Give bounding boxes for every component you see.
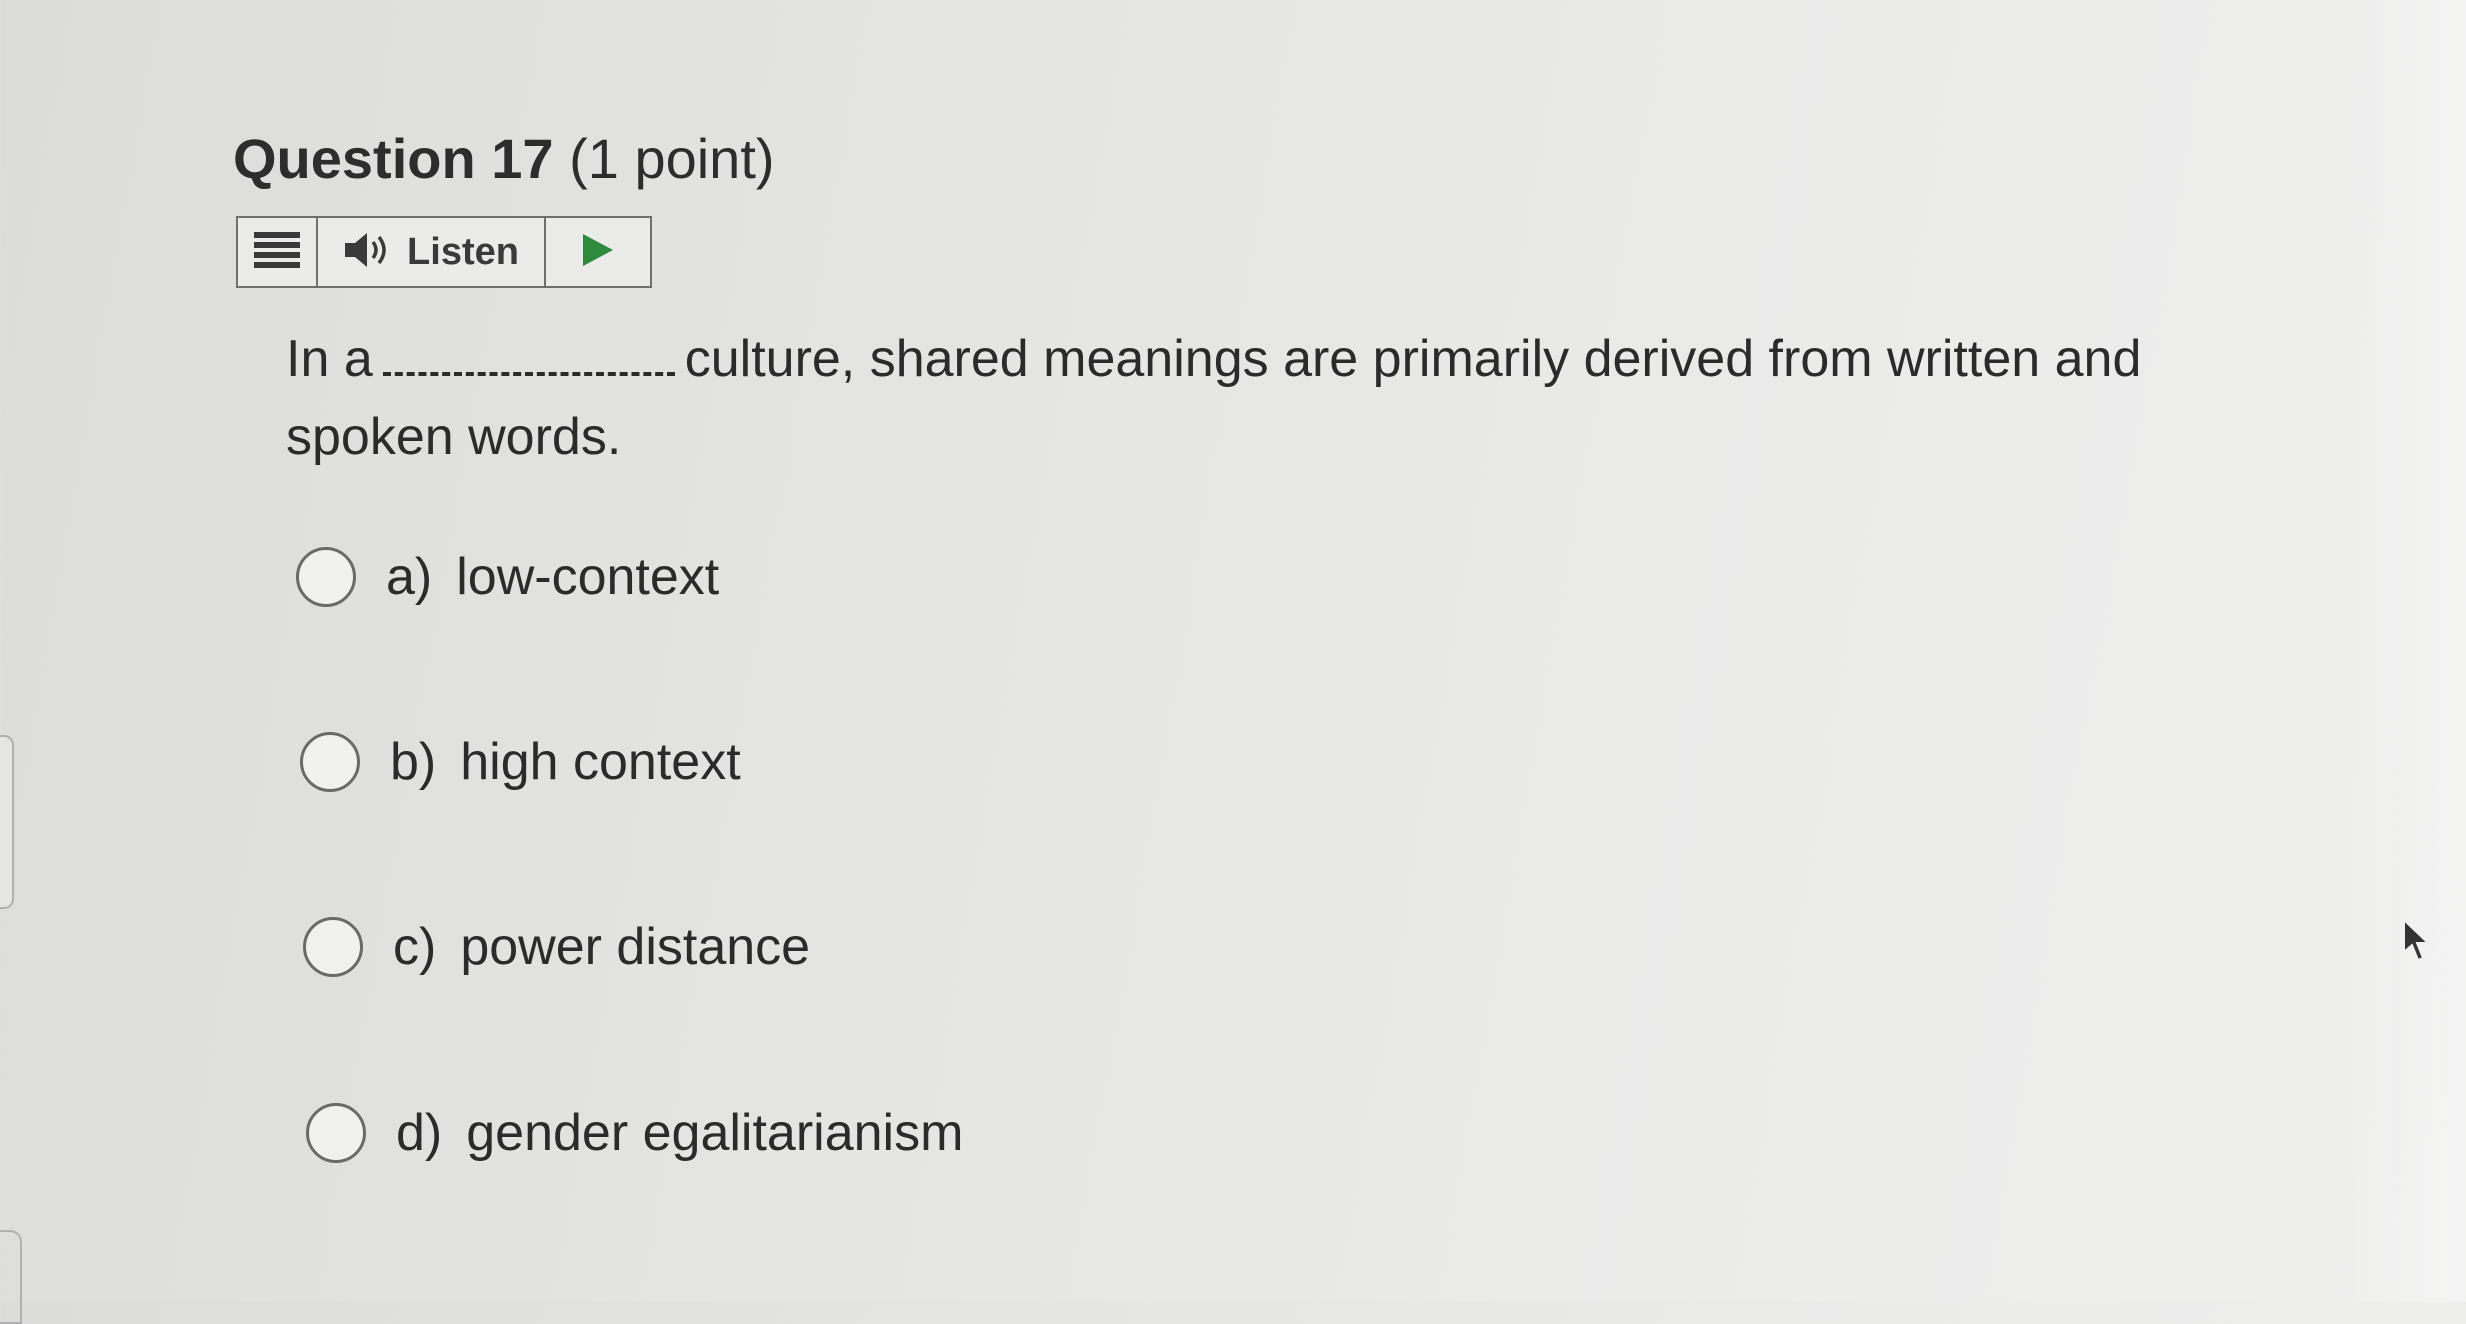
radio-button-a[interactable] [296, 547, 356, 607]
answer-option-c[interactable]: c) power distance [303, 917, 810, 977]
prompt-text-after: culture, shared meanings are primarily d… [286, 330, 2142, 466]
answer-option-d[interactable]: d) gender egalitarianism [306, 1103, 963, 1163]
question-heading: Question 17 (1 point) [233, 126, 775, 191]
option-label: gender egalitarianism [466, 1104, 964, 1162]
listen-label: Listen [407, 230, 519, 273]
left-edge-frame-lower [0, 1230, 22, 1324]
left-edge-frame [0, 735, 14, 909]
option-label: low-context [456, 548, 720, 606]
listen-toolbar: Listen [236, 216, 652, 288]
option-letter: a) [386, 548, 433, 606]
option-letter: c) [393, 918, 437, 976]
question-points: (1 point) [569, 127, 775, 190]
play-icon [581, 232, 615, 273]
question-prompt: In a culture, shared meanings are primari… [286, 320, 2226, 476]
mouse-pointer-icon [2402, 917, 2432, 969]
listen-menu-button[interactable] [238, 218, 318, 286]
option-letter: d) [396, 1104, 443, 1162]
listen-button[interactable]: Listen [318, 218, 546, 286]
play-button[interactable] [546, 218, 650, 286]
menu-icon [254, 230, 300, 275]
radio-button-b[interactable] [300, 732, 360, 792]
radio-button-d[interactable] [306, 1103, 366, 1163]
fill-in-blank [382, 368, 675, 376]
option-letter: b) [390, 733, 437, 791]
prompt-text-before: In a [286, 330, 373, 388]
option-label: high context [460, 733, 741, 791]
radio-button-c[interactable] [303, 917, 363, 977]
option-label: power distance [460, 918, 811, 976]
screen-glare [2346, 0, 2466, 1302]
answer-option-a[interactable]: a) low-context [296, 547, 719, 607]
answer-option-b[interactable]: b) high context [300, 732, 741, 792]
question-number: Question 17 [233, 127, 554, 190]
speaker-icon [343, 230, 395, 275]
